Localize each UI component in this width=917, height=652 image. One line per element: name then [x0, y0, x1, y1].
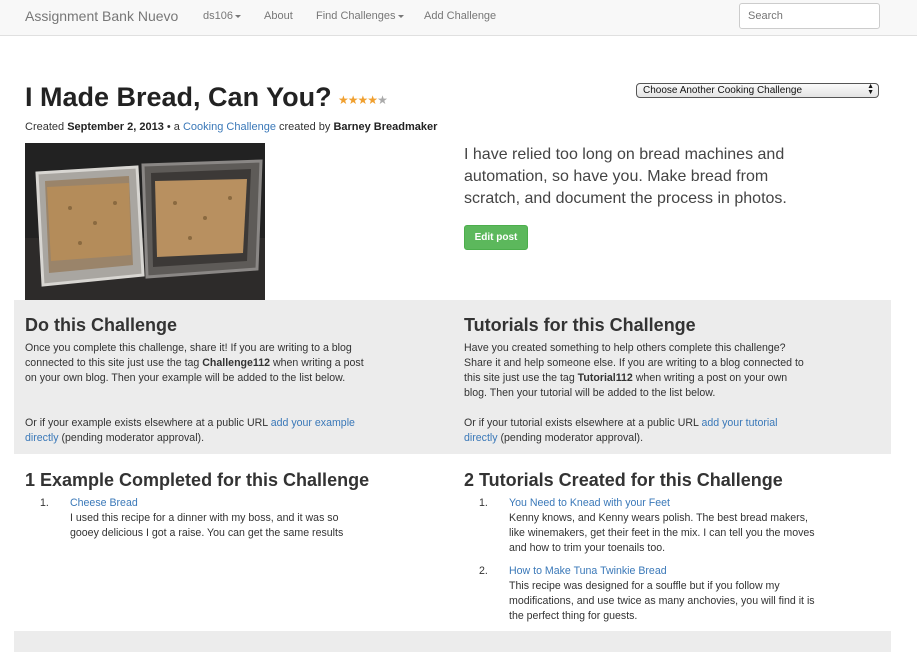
challenge-select[interactable]: Choose Another Cooking Challenge ▲ ▼: [636, 83, 879, 98]
star-filled-icon[interactable]: ★: [348, 93, 359, 107]
nav-item-ds106[interactable]: ds106: [203, 10, 241, 22]
tutorials-heading: Tutorials for this Challenge: [464, 315, 696, 335]
url-suffix: (pending moderator approval).: [61, 432, 205, 444]
do-challenge-heading: Do this Challenge: [25, 315, 178, 335]
tutorial-description: Kenny knows, and Kenny wears polish. The…: [509, 512, 815, 554]
tutorial-description: This recipe was designed for a souffle b…: [509, 580, 815, 622]
post-meta: Created September 2, 2013 • a Cooking Ch…: [25, 121, 437, 133]
meta-author: Barney Breadmaker: [333, 121, 438, 133]
example-list-item: 1. Cheese Bread I used this recipe for a…: [40, 496, 370, 546]
tutorials-url-text: Or if your tutorial exists elsewhere at …: [464, 416, 809, 446]
example-description: I used this recipe for a dinner with my …: [70, 512, 344, 539]
do-challenge-text: Once you complete this challenge, share …: [25, 341, 370, 386]
select-value: Choose Another Cooking Challenge: [643, 85, 802, 96]
nav-item-label: Find Challenges: [316, 10, 396, 22]
meta-date: September 2, 2013: [67, 121, 164, 133]
star-filled-icon[interactable]: ★: [367, 93, 378, 107]
nav-item-find-challenges[interactable]: Find Challenges: [316, 10, 404, 22]
search-input[interactable]: [739, 3, 880, 29]
tutorial-link[interactable]: How to Make Tuna Twinkie Bread: [509, 565, 667, 577]
edit-post-button[interactable]: Edit post: [464, 225, 528, 250]
tutorial-list-item: 1. You Need to Knead with your Feet Kenn…: [479, 496, 819, 556]
caret-down-icon: [234, 14, 241, 18]
nav-item-add-challenge[interactable]: Add Challenge: [424, 10, 496, 22]
url-prefix: Or if your example exists elsewhere at a…: [25, 417, 268, 429]
tutorial-link[interactable]: You Need to Knead with your Feet: [509, 497, 670, 509]
star-rating[interactable]: ★★★★★: [338, 93, 388, 107]
meta-created-label: Created: [25, 121, 65, 133]
meta-separator: • a: [166, 121, 180, 133]
tutorials-text: Have you created something to help other…: [464, 341, 809, 401]
challenge-tag: Challenge112: [202, 357, 270, 369]
example-link[interactable]: Cheese Bread: [70, 497, 138, 509]
select-arrows-icon: ▲ ▼: [867, 83, 874, 96]
challenge-description: I have relied too long on bread machines…: [464, 146, 787, 207]
do-challenge-url-text: Or if your example exists elsewhere at a…: [25, 416, 370, 446]
url-prefix: Or if your tutorial exists elsewhere at …: [464, 417, 699, 429]
brand-link[interactable]: Assignment Bank Nuevo: [25, 8, 178, 24]
nav-item-label: ds106: [203, 10, 233, 22]
caret-down-icon: [397, 14, 404, 18]
top-navbar: Assignment Bank Nuevo ds106 About Find C…: [0, 0, 917, 36]
url-suffix: (pending moderator approval).: [500, 432, 644, 444]
list-number: 1.: [479, 497, 488, 509]
tutorials-list-heading: 2 Tutorials Created for this Challenge: [464, 470, 783, 490]
tutorial-list-item: 2. How to Make Tuna Twinkie Bread This r…: [479, 564, 819, 624]
footer-band: [14, 631, 891, 652]
star-empty-icon[interactable]: ★: [377, 93, 388, 107]
list-item-body: How to Make Tuna Twinkie Bread This reci…: [509, 564, 819, 624]
category-link[interactable]: Cooking Challenge: [183, 121, 276, 133]
star-filled-icon[interactable]: ★: [338, 93, 349, 107]
list-item-body: You Need to Knead with your Feet Kenny k…: [509, 496, 819, 556]
list-number: 1.: [40, 497, 49, 509]
tutorial-tag: Tutorial112: [577, 372, 633, 384]
nav-item-about[interactable]: About: [264, 10, 293, 22]
star-filled-icon[interactable]: ★: [358, 93, 369, 107]
bread-loaves-illustration: [25, 143, 265, 300]
meta-created-by-label: created by: [279, 121, 331, 133]
examples-heading: 1 Example Completed for this Challenge: [25, 470, 370, 490]
page-title: I Made Bread, Can You?: [25, 82, 332, 112]
bread-photo: [25, 143, 265, 300]
list-number: 2.: [479, 565, 488, 577]
list-item-body: Cheese Bread I used this recipe for a di…: [70, 496, 370, 541]
